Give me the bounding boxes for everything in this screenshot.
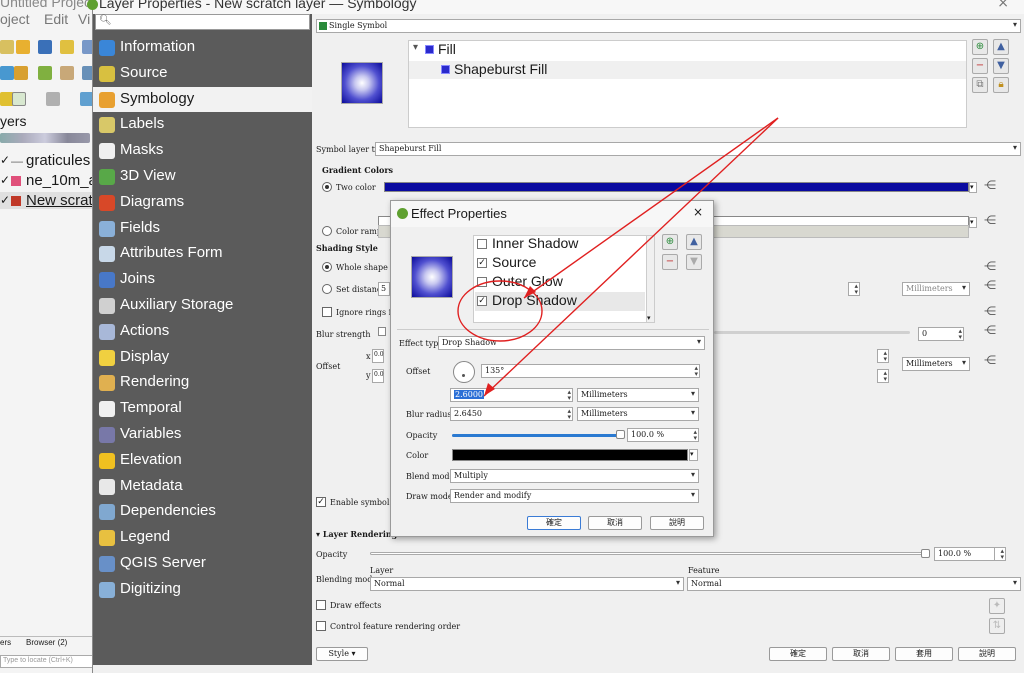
annotation-arrow-to-offset — [483, 117, 779, 397]
arrowhead — [484, 383, 495, 396]
annotation-overlay — [457, 117, 779, 397]
annotation-arrow-to-drop-shadow — [523, 117, 779, 299]
